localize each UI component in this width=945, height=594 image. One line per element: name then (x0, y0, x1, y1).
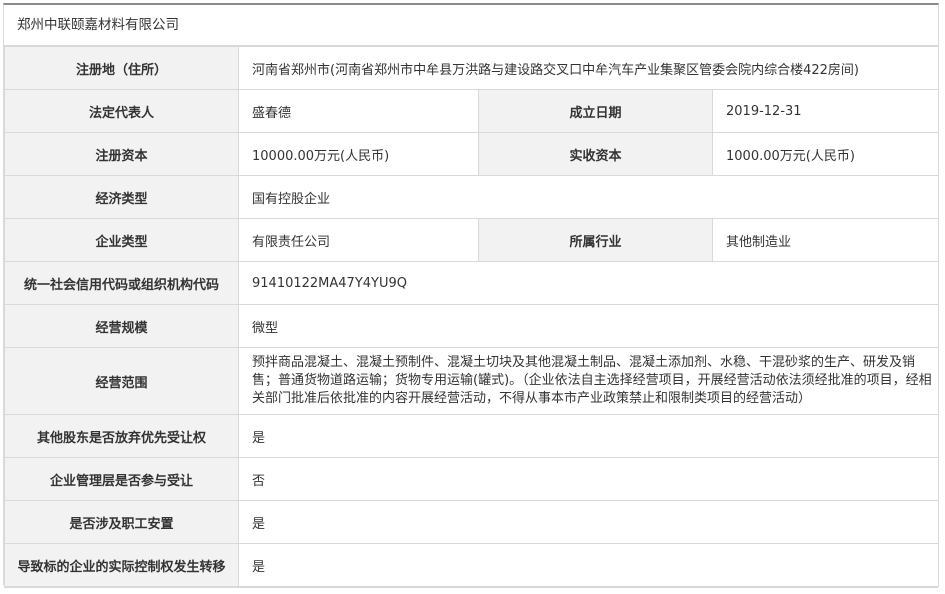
scope-label: 经营范围 (4, 347, 239, 415)
company-name-title: 郑州中联颐嘉材料有限公司 (4, 5, 938, 46)
table-row: 是否涉及职工安置 是 (4, 500, 940, 544)
credit-code-label: 统一社会信用代码或组织机构代码 (4, 261, 239, 305)
address-label: 注册地（住所） (4, 46, 239, 90)
industry-value: 其他制造业 (711, 218, 940, 262)
table-row: 注册地（住所） 河南省郑州市(河南省郑州市中牟县万洪路与建设路交叉口中牟汽车产业… (4, 46, 940, 90)
table-row: 统一社会信用代码或组织机构代码 91410122MA47Y4YU9Q (4, 261, 940, 305)
company-info-table: 注册地（住所） 河南省郑州市(河南省郑州市中牟县万洪路与建设路交叉口中牟汽车产业… (4, 46, 940, 587)
credit-code-value: 91410122MA47Y4YU9Q (237, 261, 940, 305)
reg-capital-value: 10000.00万元(人民币) (238, 132, 479, 176)
legal-rep-label: 法定代表人 (4, 89, 239, 133)
enterprise-type-value: 有限责任公司 (238, 218, 479, 262)
industry-label: 所属行业 (478, 218, 713, 262)
staff-value: 是 (237, 500, 940, 544)
scope-value: 预拌商品混凝土、混凝土预制件、混凝土切块及其他混凝土制品、混凝土添加剂、水稳、干… (237, 347, 940, 415)
table-row: 企业类型 有限责任公司 所属行业 其他制造业 (4, 218, 940, 262)
paid-capital-label: 实收资本 (478, 132, 713, 176)
legal-rep-value: 盛春德 (238, 89, 479, 133)
table-row: 法定代表人 盛春德 成立日期 2019-12-31 (4, 89, 940, 133)
table-row: 企业管理层是否参与受让 否 (4, 457, 940, 501)
established-label: 成立日期 (478, 89, 713, 133)
economy-type-value: 国有控股企业 (237, 175, 940, 219)
mgmt-value: 否 (237, 457, 940, 501)
staff-label: 是否涉及职工安置 (4, 500, 239, 544)
company-info-panel: 郑州中联颐嘉材料有限公司 注册地（住所） 河南省郑州市(河南省郑州市中牟县万洪路… (3, 3, 940, 588)
address-value: 河南省郑州市(河南省郑州市中牟县万洪路与建设路交叉口中牟汽车产业集聚区管委会院内… (237, 46, 940, 90)
paid-capital-value: 1000.00万元(人民币) (711, 132, 940, 176)
reg-capital-label: 注册资本 (4, 132, 239, 176)
table-row: 经营范围 预拌商品混凝土、混凝土预制件、混凝土切块及其他混凝土制品、混凝土添加剂… (4, 347, 940, 415)
economy-type-label: 经济类型 (4, 175, 239, 219)
table-bottom-divider (4, 587, 938, 594)
table-row: 其他股东是否放弃优先受让权 是 (4, 414, 940, 458)
mgmt-label: 企业管理层是否参与受让 (4, 457, 239, 501)
scale-label: 经营规模 (4, 304, 239, 348)
table-row: 导致标的企业的实际控制权发生转移 是 (4, 543, 940, 587)
waiver-value: 是 (237, 414, 940, 458)
control-label: 导致标的企业的实际控制权发生转移 (4, 543, 239, 587)
control-value: 是 (237, 543, 940, 587)
scale-value: 微型 (237, 304, 940, 348)
table-row: 经营规模 微型 (4, 304, 940, 348)
table-row: 注册资本 10000.00万元(人民币) 实收资本 1000.00万元(人民币) (4, 132, 940, 176)
waiver-label: 其他股东是否放弃优先受让权 (4, 414, 239, 458)
established-value: 2019-12-31 (711, 89, 940, 133)
table-row: 经济类型 国有控股企业 (4, 175, 940, 219)
enterprise-type-label: 企业类型 (4, 218, 239, 262)
